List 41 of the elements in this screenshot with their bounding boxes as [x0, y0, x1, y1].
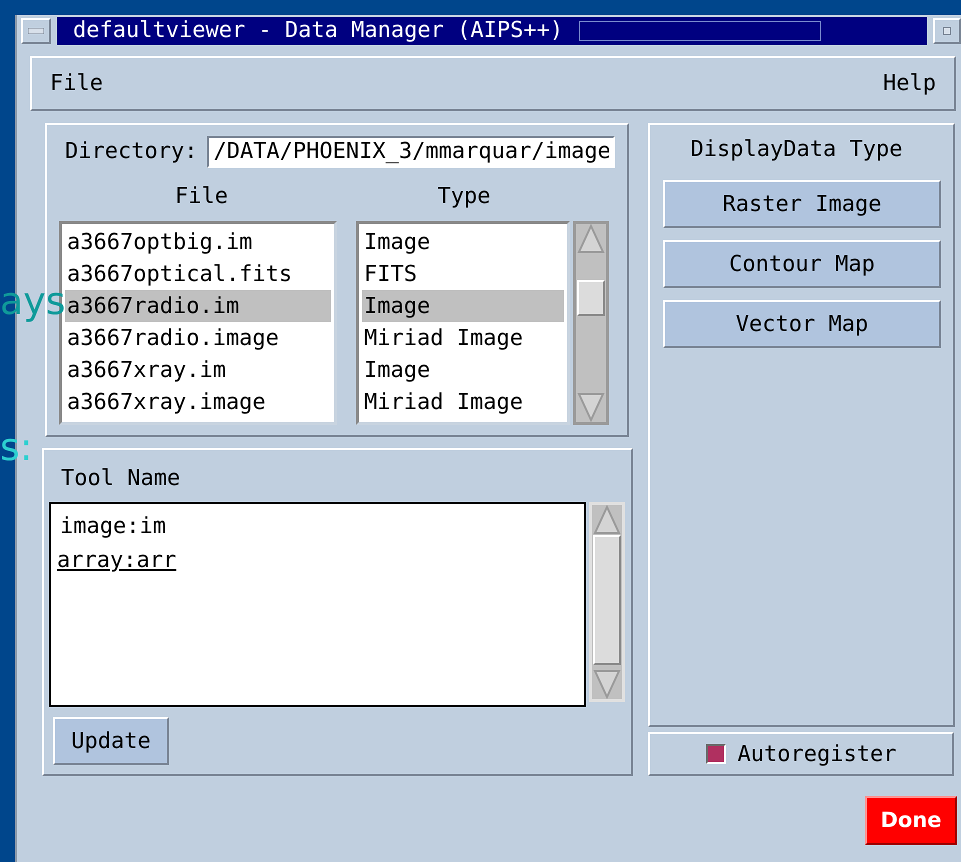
scroll-thumb[interactable] — [593, 535, 621, 665]
checkbox[interactable] — [706, 744, 726, 764]
window-menu-button[interactable] — [21, 18, 51, 44]
done-button[interactable]: Done — [865, 796, 957, 845]
tool-item[interactable]: image:im — [57, 514, 166, 539]
display-type-button[interactable]: Vector Map — [663, 300, 941, 348]
type-row[interactable]: FITS — [362, 258, 564, 290]
file-row[interactable]: a3667xray.im — [65, 354, 331, 386]
square-icon — [943, 27, 951, 35]
menu-item[interactable]: Help — [883, 67, 936, 100]
scroll-thumb[interactable] — [577, 280, 605, 316]
type-row[interactable]: Image — [362, 226, 564, 258]
column-header: Type — [438, 183, 490, 211]
column-header: File — [175, 183, 228, 211]
checkbox-label: Autoregister — [738, 740, 896, 768]
file-row[interactable]: a3667xray.image — [65, 386, 331, 418]
panel-title: DisplayData Type — [690, 136, 904, 164]
autoregister-toggle[interactable]: Autoregister — [648, 732, 954, 776]
minimize-button[interactable] — [933, 18, 961, 44]
directory-label: Directory: — [64, 138, 198, 166]
scrollbar[interactable] — [573, 221, 609, 425]
dash-icon — [28, 28, 44, 34]
window-title: defaultviewer - Data Manager (AIPS++) — [73, 20, 564, 42]
display-type-button[interactable]: Raster Image — [663, 180, 941, 228]
up-arrow-icon[interactable] — [593, 505, 621, 535]
file-row[interactable]: a3667optical.fits — [65, 258, 331, 290]
menu-item[interactable]: File — [50, 67, 103, 100]
file-row[interactable]: a3667radio.image — [65, 322, 331, 354]
down-arrow-icon[interactable] — [593, 669, 621, 699]
type-row[interactable]: Image — [362, 354, 564, 386]
type-row[interactable]: Miriad Image — [362, 386, 564, 418]
up-arrow-icon[interactable] — [577, 224, 605, 254]
file-row[interactable]: a3667radio.im — [65, 290, 331, 322]
file-row[interactable]: a3667optbig.im — [65, 226, 331, 258]
type-row[interactable]: Miriad Image — [362, 322, 564, 354]
display-type-button[interactable]: Contour Map — [663, 240, 941, 288]
tool-name-label: Tool Name — [60, 465, 182, 490]
update-button[interactable]: Update — [53, 717, 169, 765]
tool-item[interactable]: array:arr — [57, 548, 176, 573]
down-arrow-icon[interactable] — [577, 392, 605, 422]
type-row[interactable]: Image — [362, 290, 564, 322]
